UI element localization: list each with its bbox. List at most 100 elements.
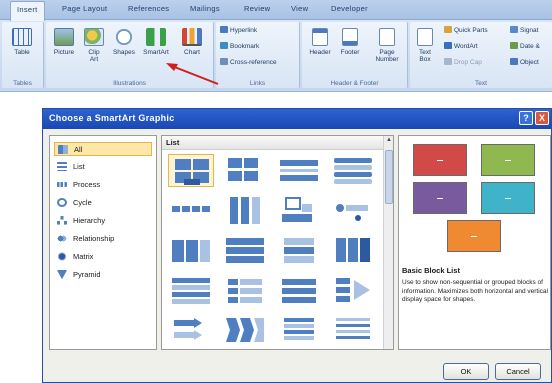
layout-thumbnail[interactable] — [276, 314, 322, 347]
ok-button[interactable]: OK — [443, 363, 489, 380]
cancel-button[interactable]: Cancel — [495, 363, 541, 380]
wordart-button[interactable]: WordArt — [444, 42, 478, 50]
layout-thumbnail-graphic — [175, 159, 209, 185]
preview-block-text-marker — [505, 198, 511, 199]
header-icon — [312, 28, 328, 46]
preview-block-text-marker — [471, 236, 477, 237]
layout-thumbnail-graphic — [284, 318, 314, 340]
close-button[interactable]: X — [535, 111, 549, 125]
layout-thumbnail[interactable] — [168, 154, 214, 187]
ribbon-groups: Table Tables Picture Clip Art Shapes Sma… — [0, 20, 552, 92]
picture-button[interactable]: Picture — [50, 26, 78, 70]
category-process[interactable]: Process — [54, 178, 152, 192]
scrollbar-thumb[interactable] — [385, 150, 393, 204]
tab-mailings[interactable]: Mailings — [190, 4, 220, 13]
layout-thumbnail-graphic — [282, 197, 312, 222]
clip-art-button[interactable]: Clip Art — [80, 26, 108, 70]
bookmark-icon — [220, 42, 228, 49]
layout-thumbnail-graphic — [228, 158, 258, 181]
category-hierarchy-label: Hierarchy — [73, 216, 106, 225]
hyperlink-label: Hyperlink — [230, 27, 258, 34]
layout-thumbnail-graphic — [230, 197, 260, 224]
layout-thumbnail[interactable] — [276, 154, 322, 187]
quick-parts-button[interactable]: Quick Parts — [444, 26, 488, 34]
category-hierarchy[interactable]: Hierarchy — [54, 214, 152, 228]
scroll-up-arrow-icon[interactable]: ▲ — [385, 137, 393, 147]
process-icon — [57, 182, 67, 187]
category-all[interactable]: All — [54, 142, 152, 156]
tab-insert[interactable]: Insert — [10, 1, 45, 21]
page-number-button[interactable]: Page Number — [370, 26, 404, 70]
layout-preview: Basic Block List Use to show non-sequent… — [398, 135, 551, 350]
help-button[interactable]: ? — [519, 111, 533, 125]
footer-button[interactable]: Footer — [336, 26, 364, 70]
category-matrix-label: Matrix — [73, 252, 94, 261]
group-illustrations: Picture Clip Art Shapes SmartArt Chart I… — [46, 22, 214, 88]
header-button[interactable]: Header — [306, 26, 334, 70]
date-time-button[interactable]: Date & — [510, 42, 540, 50]
object-button[interactable]: Object — [510, 58, 539, 66]
preview-layout-description: Use to show non-sequential or grouped bl… — [402, 279, 548, 303]
smartart-dialog: Choose a SmartArt Graphic ? X All List P… — [42, 108, 552, 383]
layout-thumbnail[interactable] — [222, 314, 268, 347]
layout-thumbnail[interactable] — [168, 234, 214, 267]
group-links-label: Links — [249, 80, 266, 87]
layout-thumbnail[interactable] — [330, 314, 376, 347]
tab-references[interactable]: References — [128, 4, 169, 13]
chart-icon — [182, 28, 202, 46]
group-header-footer-label: Header & Footer — [330, 80, 379, 87]
category-cycle[interactable]: Cycle — [54, 196, 152, 210]
layout-thumbnail[interactable] — [276, 234, 322, 267]
layout-thumbnail-graphic — [336, 278, 370, 302]
layout-thumbnail[interactable] — [222, 234, 268, 267]
bookmark-button[interactable]: Bookmark — [220, 42, 259, 50]
category-matrix[interactable]: Matrix — [54, 250, 152, 264]
category-cycle-label: Cycle — [73, 198, 92, 207]
category-list-item[interactable]: List — [54, 160, 152, 174]
smartart-button[interactable]: SmartArt — [142, 26, 170, 70]
wordart-icon — [444, 42, 452, 49]
drop-cap-button[interactable]: Drop Cap — [444, 58, 482, 66]
category-list: All List Process Cycle Hierarchy Relatio… — [49, 135, 157, 350]
layout-thumbnail[interactable] — [168, 274, 214, 307]
layout-thumbnail-graphic — [334, 158, 372, 184]
layout-thumbnail[interactable] — [168, 314, 214, 347]
ribbon: Insert Page Layout References Mailings R… — [0, 0, 552, 92]
layout-thumbnail-graphic — [172, 240, 210, 262]
text-box-icon — [417, 28, 433, 46]
layout-thumbnail[interactable] — [330, 194, 376, 227]
cross-reference-label: Cross-reference — [230, 59, 277, 66]
layout-thumbnail[interactable] — [168, 194, 214, 227]
tab-review[interactable]: Review — [244, 4, 270, 13]
preview-block-text-marker — [437, 198, 443, 199]
layout-thumbnail-graphic — [336, 318, 370, 339]
layout-thumbnail[interactable] — [330, 234, 376, 267]
cross-reference-button[interactable]: Cross-reference — [220, 58, 277, 66]
layout-thumbnail[interactable] — [276, 274, 322, 307]
layout-thumbnail[interactable] — [330, 154, 376, 187]
category-pyramid[interactable]: Pyramid — [54, 268, 152, 282]
category-relationship[interactable]: Relationship — [54, 232, 152, 246]
text-box-button[interactable]: Text Box — [412, 26, 438, 70]
tab-page-layout[interactable]: Page Layout — [62, 4, 107, 13]
table-button[interactable]: Table — [8, 26, 36, 70]
footer-label: Footer — [340, 49, 360, 56]
clip-art-label-1: Clip — [88, 49, 100, 56]
layout-thumbnail[interactable] — [330, 274, 376, 307]
hyperlink-icon — [220, 26, 228, 33]
layout-thumbnail[interactable] — [222, 154, 268, 187]
dialog-titlebar[interactable]: Choose a SmartArt Graphic ? X — [43, 109, 551, 129]
hyperlink-button[interactable]: Hyperlink — [220, 26, 257, 34]
layout-thumbnail[interactable] — [222, 194, 268, 227]
shapes-button[interactable]: Shapes — [110, 26, 138, 70]
text-box-label-2: Box — [419, 56, 431, 63]
layout-thumbnail[interactable] — [222, 274, 268, 307]
layout-thumbnail[interactable] — [276, 194, 322, 227]
tab-developer[interactable]: Developer — [331, 4, 368, 13]
tab-view[interactable]: View — [291, 4, 308, 13]
preview-block-cyan — [481, 182, 535, 214]
object-label: Object — [520, 59, 539, 66]
chart-button[interactable]: Chart — [178, 26, 206, 70]
signature-line-button[interactable]: Signat — [510, 26, 538, 34]
gallery-scrollbar[interactable]: ▲ — [383, 136, 393, 349]
